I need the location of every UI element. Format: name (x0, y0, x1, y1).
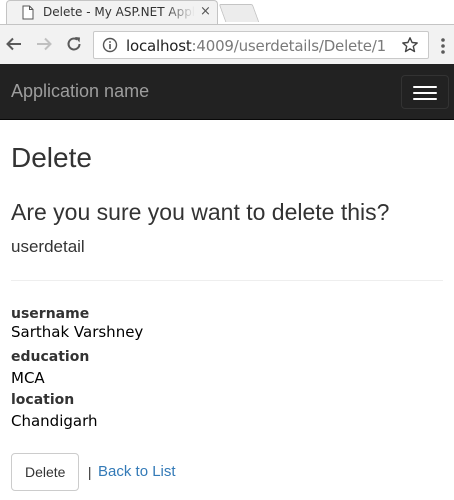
brand-link[interactable]: Application name (11, 81, 149, 102)
browser-toolbar: localhost:4009/userdetails/Delete/1 (0, 24, 454, 64)
url-host: localhost (126, 37, 192, 55)
username-value: Sarthak Varshney (11, 323, 144, 341)
info-icon[interactable] (102, 37, 118, 58)
back-to-list-link[interactable]: Back to List (98, 453, 176, 491)
app-navbar: Application name (0, 64, 454, 120)
url-path: :4009/userdetails/Delete/1 (191, 37, 387, 55)
page-content: Delete Are you sure you want to delete t… (11, 120, 443, 491)
page-title: Delete (11, 142, 92, 173)
star-icon[interactable] (401, 36, 419, 59)
new-tab-button[interactable] (218, 4, 260, 22)
kebab-menu-icon[interactable] (440, 37, 446, 60)
navbar-toggle-button[interactable] (401, 75, 449, 109)
tab-title: Delete - My ASP.NET Application (43, 5, 195, 19)
reload-icon[interactable] (64, 34, 84, 54)
education-label: education (11, 349, 90, 365)
hamburger-bar-icon (413, 98, 437, 100)
location-label: location (11, 392, 75, 408)
delete-button[interactable]: Delete (11, 453, 80, 491)
hamburger-bar-icon (413, 92, 437, 94)
back-arrow-icon[interactable] (4, 34, 24, 54)
education-value: MCA (11, 369, 45, 387)
browser-tab-strip: Delete - My ASP.NET Application × (0, 0, 454, 26)
url-text: localhost:4009/userdetails/Delete/1 (126, 37, 386, 55)
forward-arrow-icon[interactable] (34, 34, 54, 54)
browser-tab[interactable]: Delete - My ASP.NET Application × (6, 0, 218, 24)
entity-name: userdetail (11, 237, 85, 256)
separator: | (87, 464, 92, 480)
form-actions: Delete | Back to List (11, 453, 176, 491)
hamburger-bar-icon (413, 86, 437, 88)
address-bar[interactable]: localhost:4009/userdetails/Delete/1 (93, 31, 429, 59)
location-value: Chandigarh (11, 412, 98, 430)
page-icon (22, 5, 34, 25)
username-label: username (11, 306, 90, 322)
confirm-question: Are you sure you want to delete this? (11, 199, 390, 225)
tab-close-icon[interactable]: × (200, 4, 211, 20)
divider (11, 280, 443, 281)
